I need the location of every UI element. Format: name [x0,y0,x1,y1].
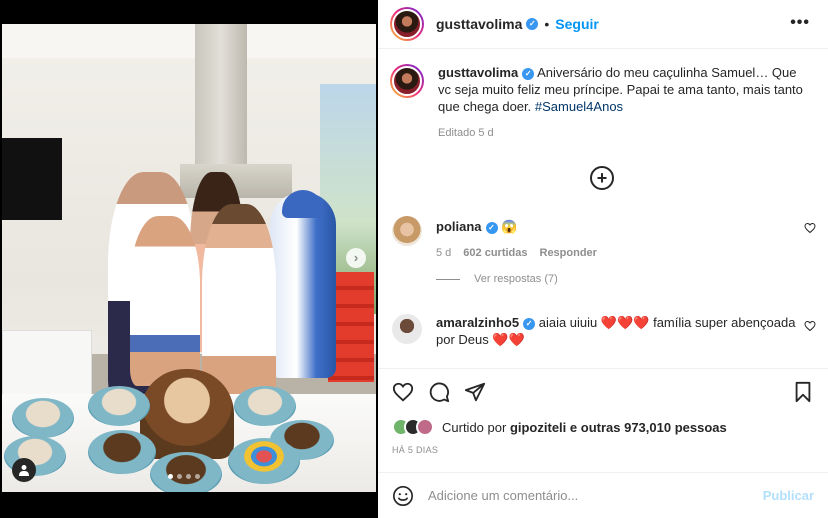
post-media-panel: › [0,0,378,518]
caption-avatar-image [392,66,422,96]
publish-button[interactable]: Publicar [763,488,814,503]
comment-age: 5 d [436,247,452,259]
comment-body: amaralzinho5 ✓ aiaia uiuiu ❤️❤️❤️ família… [436,314,796,348]
likes-summary: Curtido por gipoziteli e outras 973,010 … [378,413,828,441]
post-photo[interactable] [2,24,376,492]
view-replies-label: Ver respostas (7) [474,273,558,285]
carousel-dot [195,474,200,479]
liked-by-others[interactable]: e outras 973,010 pessoas [570,420,727,435]
comment-likes[interactable]: 602 curtidas [463,247,527,259]
comment-like-heart-icon[interactable] [804,222,816,234]
hearts-emoji: ❤️❤️ [492,332,525,347]
photo-rocket-tip [282,190,324,218]
post-actions: Curtido por gipoziteli e outras 973,010 … [378,368,828,455]
comment-meta: 5 d 602 curtidas Responder [436,247,816,259]
paper-plane-icon[interactable] [464,381,486,403]
author-avatar-image [392,9,422,39]
photo-ceiling [2,24,376,58]
commenter-avatar[interactable] [392,216,422,246]
photo-hood [195,24,247,174]
likers-facepile [392,418,434,436]
comment-text-part1: aiaia uiuiu [538,315,598,330]
verified-badge-icon: ✓ [523,317,536,330]
commenter-username[interactable]: poliana [436,219,482,234]
carousel-dot [186,474,191,479]
carousel-dot [168,474,173,479]
post-date[interactable]: HÁ 5 DIAS [378,445,828,455]
verified-badge-icon: ✓ [526,18,539,30]
bookmark-icon[interactable] [792,381,814,403]
photo-bowl [234,386,296,426]
follow-button[interactable]: Seguir [555,16,599,32]
verified-badge-icon: ✓ [522,67,535,80]
header-separator: • [544,16,550,32]
comment-input[interactable] [428,488,758,503]
commenter-avatar[interactable] [392,314,422,344]
photo-rocket-balloon [270,192,336,378]
chevron-right-icon: › [353,250,359,265]
caption-meta: Editado 5 d [438,125,808,142]
verified-badge-icon: ✓ [485,221,498,234]
add-comment-bar: Publicar [378,472,828,518]
photo-tv [2,138,62,220]
post-side-panel: gusttavolima ✓ • Seguir ••• gusttavolima… [378,0,828,518]
photo-bowl [150,452,222,492]
reply-button[interactable]: Responder [540,247,597,259]
photo-person-kid-right [202,204,276,404]
caption-body: gusttavolima ✓ Aniversário do meu caçulin… [438,64,808,142]
person-icon [19,465,29,476]
photo-bowl [228,438,300,484]
liked-by-prefix: Curtido por [442,419,507,435]
post-header: gusttavolima ✓ • Seguir ••• [378,0,828,49]
smiley-icon[interactable] [392,485,414,507]
caption-avatar[interactable] [390,64,424,98]
liked-by-user[interactable]: gipoziteli [510,420,566,435]
edited-label: Editado [438,127,476,139]
commenter-username[interactable]: amaralzinho5 [436,315,519,330]
comments-section[interactable]: gusttavolima ✓ Aniversário do meu caçulin… [378,50,828,368]
photo-bowl [88,386,150,426]
tagged-users-button[interactable] [12,458,36,482]
photo-bowl [88,430,156,474]
action-icons-row [378,369,828,413]
carousel-indicator [168,474,200,479]
comment-body: poliana ✓ 😱 [436,216,796,235]
photo-cabinet [2,330,92,404]
post-caption: gusttavolima ✓ Aniversário do meu caçulin… [378,50,828,142]
comment-text: 😱 [501,219,518,234]
caption-hashtag[interactable]: #Samuel4Anos [535,99,623,114]
photo-person-kid-left [130,216,200,386]
liker-avatar [416,418,434,436]
carousel-next-button[interactable]: › [346,248,366,268]
heart-icon[interactable] [392,381,414,403]
more-options-icon[interactable]: ••• [790,14,810,32]
caption-age: 5 d [478,127,494,139]
replies-divider [436,278,460,280]
hearts-emoji: ❤️❤️❤️ [600,315,650,330]
author-avatar[interactable] [390,7,424,41]
comment-icon[interactable] [428,381,450,403]
carousel-dot [177,474,182,479]
view-replies-button[interactable]: Ver respostas (7) [436,273,816,285]
comment-item: poliana ✓ 😱 5 d 602 curtidas Responder Ve… [390,216,816,285]
comment-item: amaralzinho5 ✓ aiaia uiuiu ❤️❤️❤️ família… [390,314,816,348]
caption-username[interactable]: gusttavolima [438,65,518,80]
photo-bowl [12,398,74,438]
author-username[interactable]: gusttavolima [436,16,522,32]
plus-circle-icon[interactable]: + [590,166,614,190]
comment-like-heart-icon[interactable] [804,320,816,332]
